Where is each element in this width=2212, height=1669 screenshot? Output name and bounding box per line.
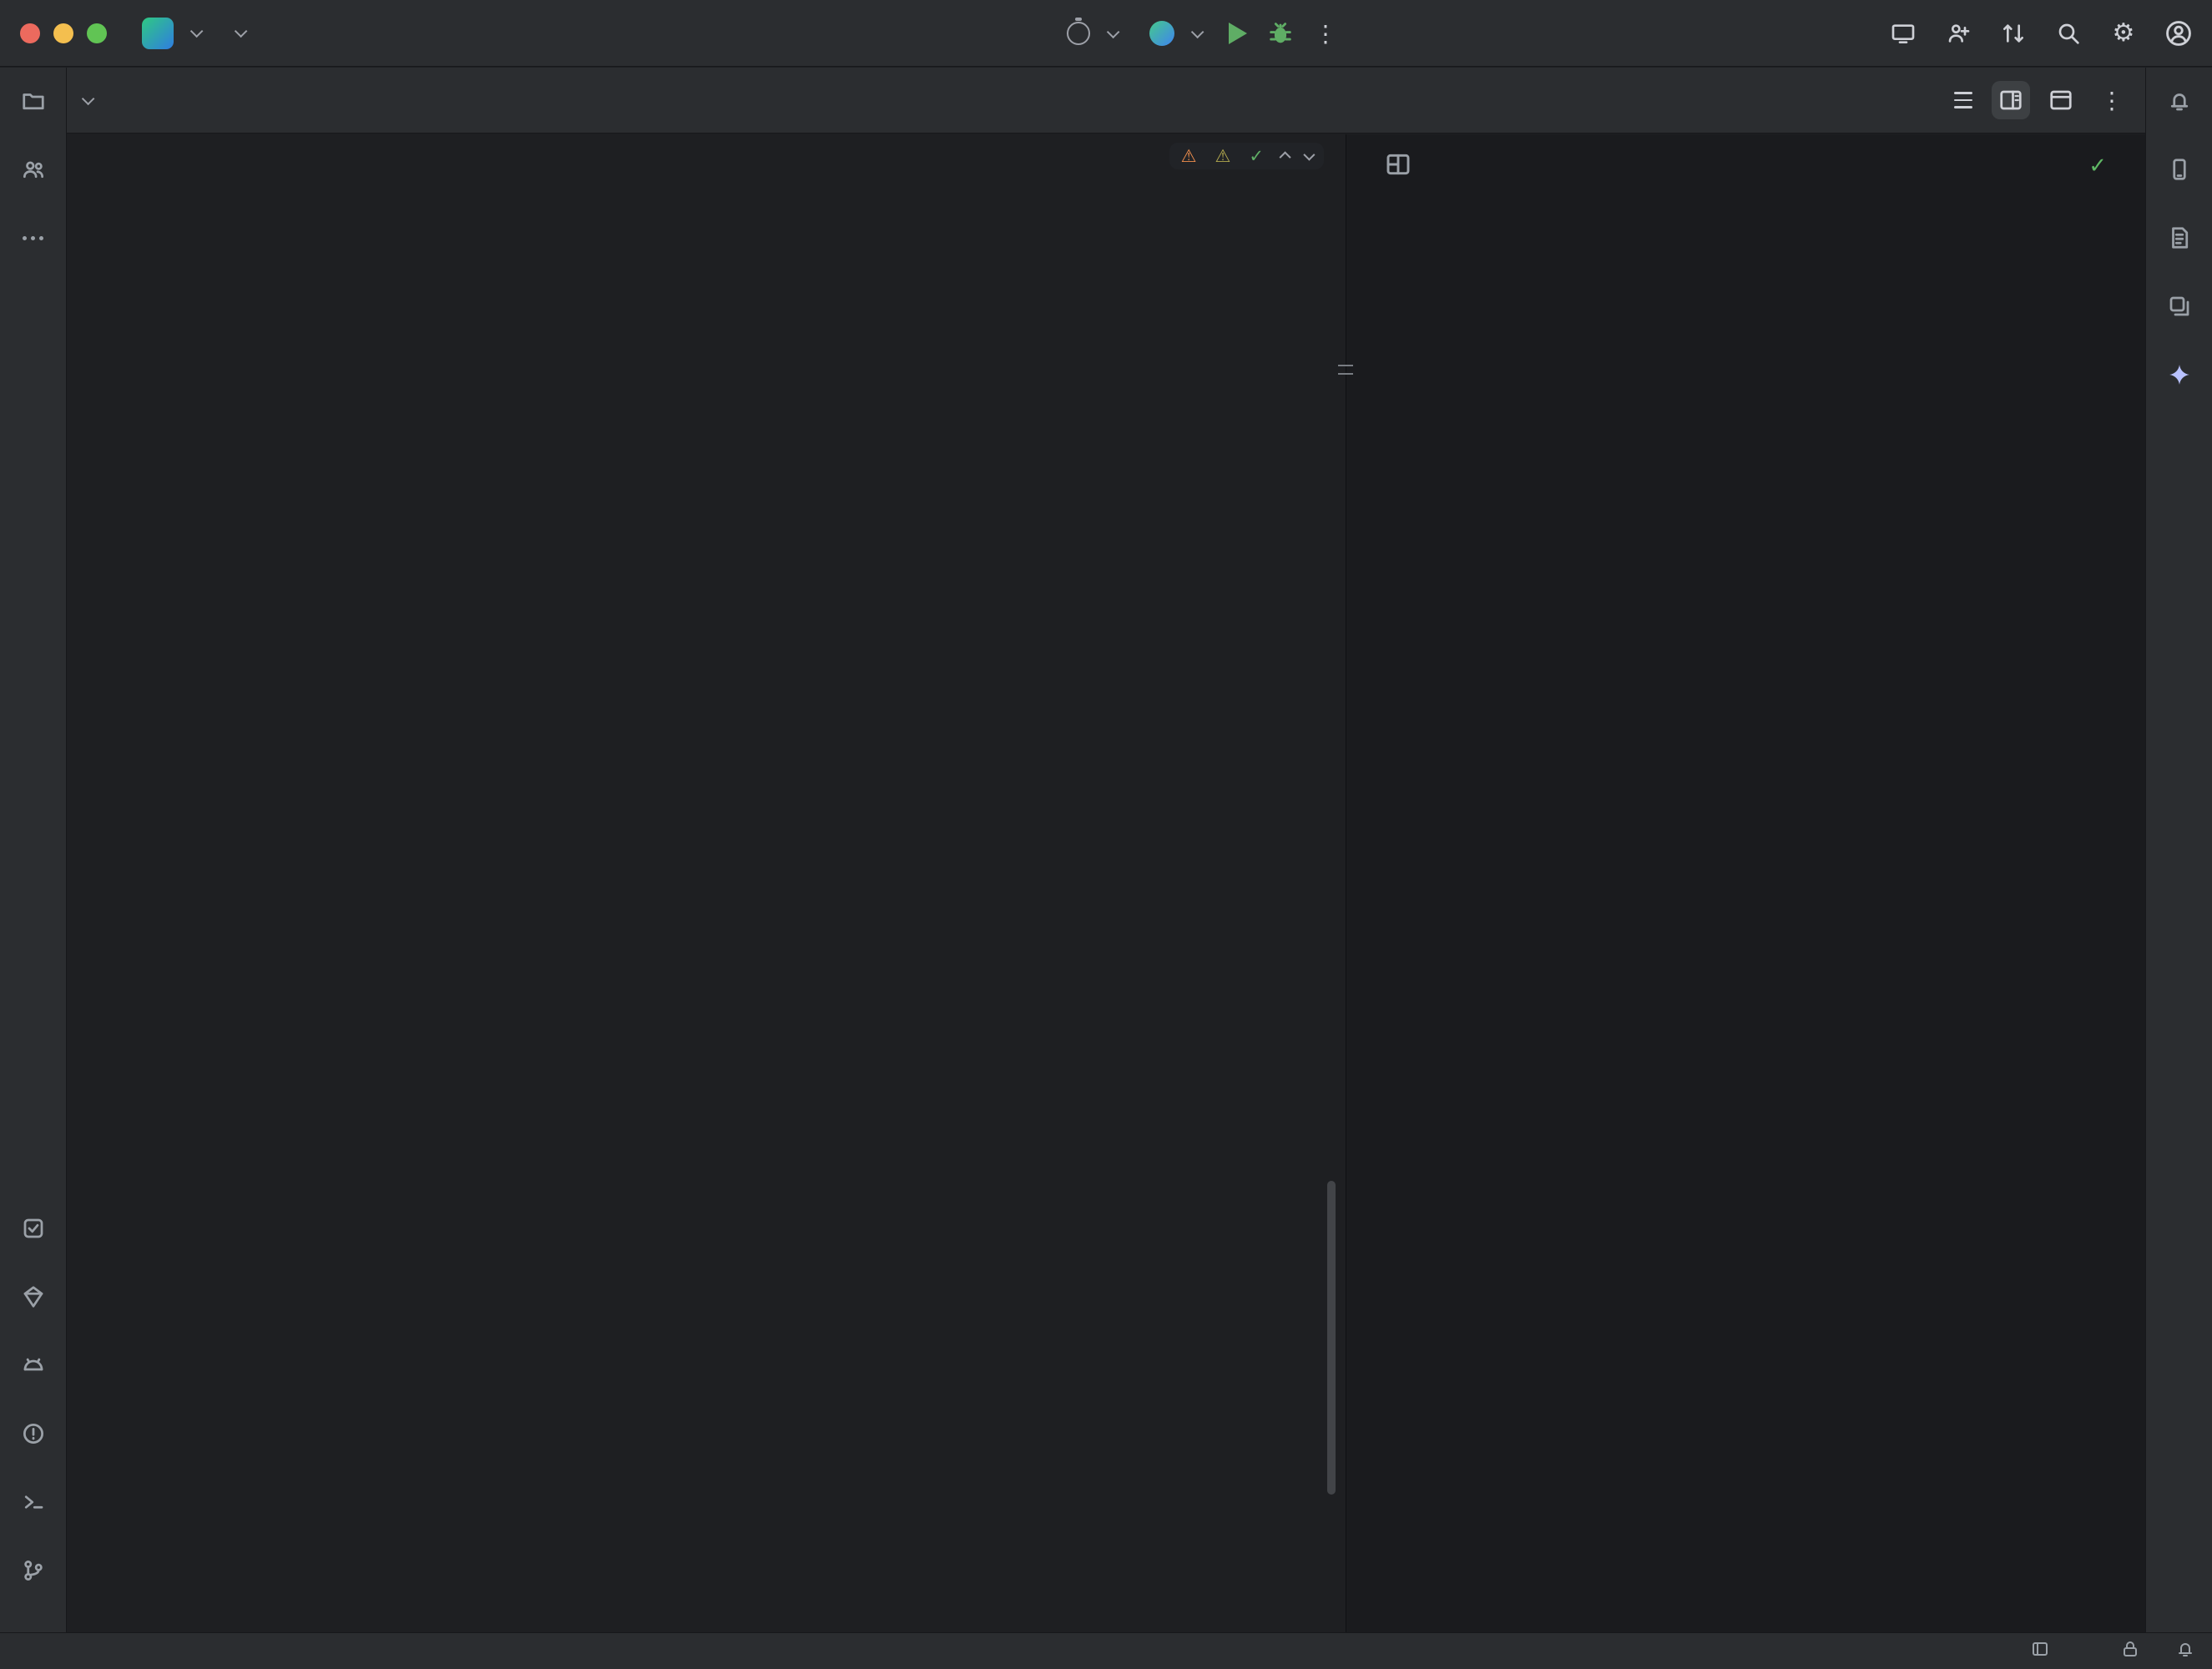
preview-panel: ✓: [1338, 134, 2145, 1632]
more-tool-windows-icon[interactable]: [13, 218, 53, 258]
minimize-window-button[interactable]: [53, 23, 73, 43]
search-everywhere-icon[interactable]: [2050, 15, 2087, 52]
gemini-icon[interactable]: [2159, 355, 2199, 395]
logcat-icon[interactable]: [13, 1345, 53, 1385]
check-icon: ✓: [2088, 154, 2107, 179]
device-mirror-icon[interactable]: [1885, 15, 1922, 52]
vcs-widget[interactable]: [213, 10, 257, 57]
version-control-icon[interactable]: [13, 1551, 53, 1591]
pull-requests-icon[interactable]: [13, 149, 53, 189]
right-tool-strip: [2145, 68, 2212, 1632]
previous-problem-icon[interactable]: [1279, 151, 1291, 164]
debug-button[interactable]: [1262, 15, 1299, 52]
splitter-handle[interactable]: [1338, 365, 1353, 375]
error-count[interactable]: ⚠: [1181, 146, 1202, 166]
warning-count[interactable]: ⚠: [1215, 146, 1236, 166]
problems-icon[interactable]: [13, 1414, 53, 1454]
project-widget[interactable]: [129, 10, 213, 57]
passed-count[interactable]: ✓: [1249, 146, 1269, 166]
preview-toolbar: ✓: [1346, 134, 2145, 198]
more-actions-icon[interactable]: ⋮: [1305, 20, 1346, 48]
chevron-down-icon: [234, 24, 248, 38]
chevron-down-icon: [189, 24, 204, 38]
layout-preview-icon[interactable]: [1385, 151, 1412, 182]
editor-list-icon[interactable]: [1947, 83, 1980, 117]
lock-icon[interactable]: [2120, 1639, 2140, 1664]
inspections-widget[interactable]: ⚠ ⚠ ✓: [1169, 143, 1324, 169]
layout-options-icon[interactable]: [2042, 81, 2080, 119]
window-controls: [0, 23, 129, 43]
editor-scrollbar[interactable]: [1327, 1181, 1336, 1495]
editor-tab-bar: ⋮: [67, 68, 2145, 134]
split-editor-icon[interactable]: [1992, 81, 2030, 119]
close-window-button[interactable]: [20, 23, 40, 43]
status-notifications-icon[interactable]: [2175, 1639, 2195, 1664]
run-configuration-selector[interactable]: [1136, 10, 1214, 57]
device-manager-icon[interactable]: [13, 1277, 53, 1317]
code-editor[interactable]: ⚠ ⚠ ✓: [68, 134, 1346, 1632]
more-options-icon[interactable]: ⋮: [2092, 87, 2132, 114]
chevron-down-icon: [1106, 25, 1120, 38]
left-tool-strip: [0, 68, 67, 1632]
next-problem-icon[interactable]: [1303, 149, 1316, 161]
resource-manager-icon[interactable]: [2159, 286, 2199, 326]
ui-check-icon[interactable]: [2159, 218, 2199, 258]
run-config-icon: [1149, 21, 1174, 46]
check-icon: ✓: [1249, 146, 1264, 166]
status-bar: [0, 1632, 2212, 1669]
warning-icon: ⚠: [1180, 146, 1197, 166]
zoom-window-button[interactable]: [87, 23, 107, 43]
todo-tool-icon[interactable]: [13, 1208, 53, 1248]
build-status[interactable]: ✓: [2088, 154, 2117, 179]
project-tool-icon[interactable]: [13, 81, 53, 121]
terminal-icon[interactable]: [13, 1482, 53, 1522]
settings-icon[interactable]: ⚙: [2105, 15, 2142, 52]
hidden-tabs-chevron[interactable]: [67, 68, 106, 133]
preview-grid: [1346, 198, 2145, 228]
weak-warning-icon: ⚠: [1215, 146, 1231, 166]
wear-device-icon: [1067, 18, 1090, 45]
merge-requests-icon[interactable]: [1995, 15, 2032, 52]
indent-icon[interactable]: [2030, 1639, 2050, 1664]
device-selector[interactable]: [1053, 10, 1129, 57]
chevron-down-icon: [1190, 25, 1204, 38]
notifications-icon[interactable]: [2159, 81, 2199, 121]
running-devices-icon[interactable]: [2159, 149, 2199, 189]
run-button[interactable]: [1229, 23, 1247, 44]
title-bar: ⋮ ⚙: [0, 0, 2212, 67]
collaborate-icon[interactable]: [1940, 15, 1977, 52]
project-logo: [142, 17, 174, 49]
user-avatar[interactable]: [2160, 15, 2197, 52]
